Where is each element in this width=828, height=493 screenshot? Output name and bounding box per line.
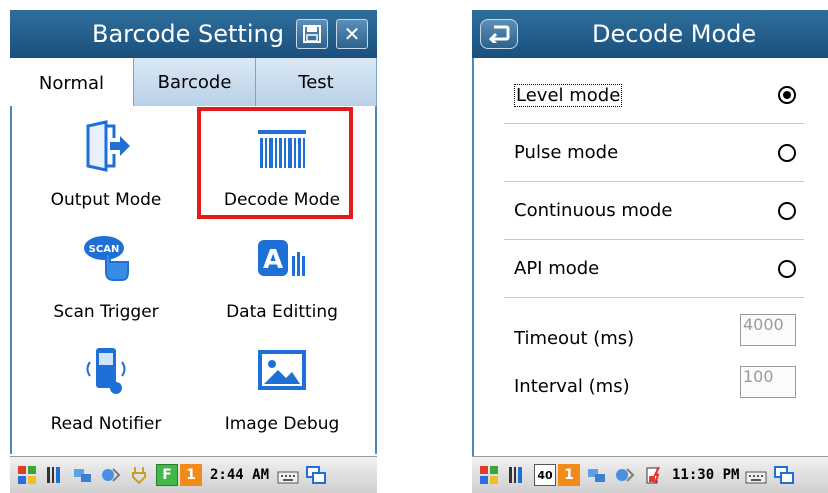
level-mode-radio[interactable] [778,86,796,104]
tab-test[interactable]: Test [256,58,377,106]
window-switch-icon[interactable] [773,464,795,486]
data-edit-icon: A [258,240,305,276]
scan-trigger-tile[interactable]: SCAN Scan Trigger [26,226,186,326]
barcode-app-icon[interactable] [506,464,528,486]
barcode-app-icon[interactable] [44,464,66,486]
back-button[interactable] [480,19,518,49]
data-editting-tile[interactable]: A Data Editting [202,226,362,326]
api-mode-radio[interactable] [778,260,796,278]
decode-mode-highlight [197,107,353,219]
tab-barcode[interactable]: Barcode [134,58,256,106]
read-notifier-label: Read Notifier [50,414,162,434]
power-icon[interactable] [128,464,150,486]
timeout-input[interactable]: 4000 [740,314,796,346]
network-icon[interactable] [586,464,608,486]
window-title: Barcode Setting [92,20,284,48]
title-bar: Decode Mode [472,10,828,58]
image-debug-tile[interactable]: Image Debug [202,338,362,438]
svg-text:A: A [263,245,283,275]
number-badge[interactable]: 1 [180,464,202,486]
tab-normal-label: Normal [38,72,105,94]
tab-bar: Normal Barcode Test [10,58,377,108]
output-mode-icon [86,120,130,172]
tab-barcode-label: Barcode [157,71,232,93]
output-mode-tile[interactable]: Output Mode [26,114,186,214]
close-button[interactable]: ✕ [336,19,368,49]
level-mode-label: Level mode [514,84,623,107]
timeout-label: Timeout (ms) [514,328,635,349]
pulse-mode-option[interactable]: Pulse mode [504,124,804,182]
scan-trigger-icon: SCAN [84,236,129,281]
output-mode-label: Output Mode [50,190,162,210]
level-mode-option[interactable]: Level mode [504,66,804,124]
start-icon[interactable] [16,464,38,486]
api-mode-label: API mode [514,258,600,279]
clock[interactable]: 11:30 PM [672,467,739,483]
continuous-mode-radio[interactable] [778,202,796,220]
barcode-setting-screen: Barcode Setting ✕ Normal Barcode Test Ou… [10,0,377,493]
scan-trigger-label: Scan Trigger [53,302,159,322]
start-icon[interactable] [478,464,500,486]
keyboard-icon[interactable] [277,464,299,486]
decode-mode-settings: Level mode Pulse mode Continuous mode AP… [472,58,828,456]
keyboard-icon[interactable] [745,464,767,486]
taskbar: 40 1 11:30 PM [472,456,828,493]
pulse-mode-label: Pulse mode [514,142,619,163]
window-switch-icon[interactable] [305,464,327,486]
connection-icon[interactable] [100,464,122,486]
number-badge[interactable]: 1 [558,464,580,486]
interval-label: Interval (ms) [514,376,630,397]
tab-test-label: Test [298,71,334,93]
level-badge[interactable]: 40 [534,464,556,486]
clock[interactable]: 2:44 AM [210,467,269,483]
close-icon: ✕ [343,22,361,46]
taskbar: F 1 2:44 AM [10,456,377,493]
svg-text:SCAN: SCAN [89,244,120,255]
read-notifier-tile[interactable]: Read Notifier [26,338,186,438]
api-mode-option[interactable]: API mode [504,240,804,298]
title-bar: Barcode Setting ✕ [10,10,377,58]
save-button[interactable] [296,19,328,49]
image-debug-label: Image Debug [224,414,340,434]
image-icon [258,350,306,390]
network-icon[interactable] [72,464,94,486]
interval-input[interactable]: 100 [740,366,796,398]
save-icon [303,25,321,43]
connection-icon[interactable] [614,464,636,486]
f-badge[interactable]: F [156,464,178,486]
back-icon [488,25,510,43]
continuous-mode-option[interactable]: Continuous mode [504,182,804,240]
battery-icon[interactable] [642,464,664,486]
decode-mode-screen: Decode Mode Level mode Pulse mode Contin… [472,0,828,493]
tab-normal[interactable]: Normal [10,58,134,108]
continuous-mode-label: Continuous mode [514,200,673,221]
window-title: Decode Mode [592,20,757,48]
read-notifier-icon [86,348,126,394]
pulse-mode-radio[interactable] [778,144,796,162]
data-editting-label: Data Editting [226,302,338,322]
